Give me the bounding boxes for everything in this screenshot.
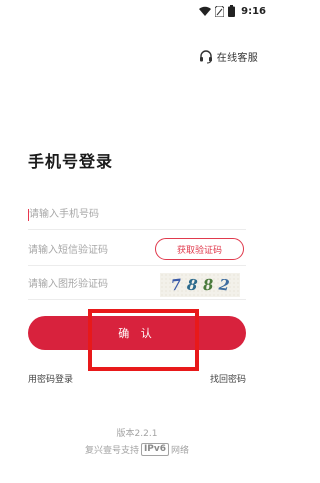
headset-icon — [199, 49, 212, 64]
page-title: 手机号登录 — [28, 152, 114, 171]
find-password-link[interactable]: 找回密码 — [210, 372, 246, 385]
online-service-button[interactable]: 在线客服 — [199, 49, 258, 64]
confirm-button[interactable]: 确 认 — [28, 316, 246, 350]
ipv6-suffix: 网络 — [171, 446, 190, 456]
sms-code-input[interactable] — [28, 236, 148, 264]
status-bar: 9:16 — [0, 0, 274, 24]
version-label: 版本2.2.1 — [116, 429, 158, 439]
text-cursor — [28, 209, 29, 221]
ipv6-prefix: 复兴壹号支持 — [84, 446, 139, 456]
phone-input[interactable] — [28, 200, 148, 228]
captcha-image[interactable]: 7 8 8 2 — [160, 273, 240, 297]
sms-code-field: 获取验证码 — [28, 236, 246, 266]
captcha-digit: 7 — [169, 275, 183, 295]
captcha-digit: 2 — [217, 275, 231, 295]
status-time: 9:16 — [241, 5, 266, 17]
online-service-label: 在线客服 — [216, 53, 258, 64]
phone-field — [28, 200, 246, 230]
captcha-digit: 8 — [202, 275, 214, 295]
captcha-digit: 8 — [186, 275, 198, 295]
ipv6-support-line: 复兴壹号支持 IPv6 网络 — [0, 443, 274, 456]
password-login-link[interactable]: 用密码登录 — [28, 372, 73, 385]
wifi-icon — [199, 6, 212, 16]
captcha-field: 7 8 8 2 — [28, 270, 246, 300]
sim-icon — [215, 5, 225, 17]
get-sms-code-button[interactable]: 获取验证码 — [155, 238, 244, 260]
status-icons: 9:16 — [199, 5, 266, 17]
battery-icon — [228, 5, 236, 17]
captcha-input[interactable] — [28, 270, 148, 298]
ipv6-badge: IPv6 — [140, 443, 170, 456]
